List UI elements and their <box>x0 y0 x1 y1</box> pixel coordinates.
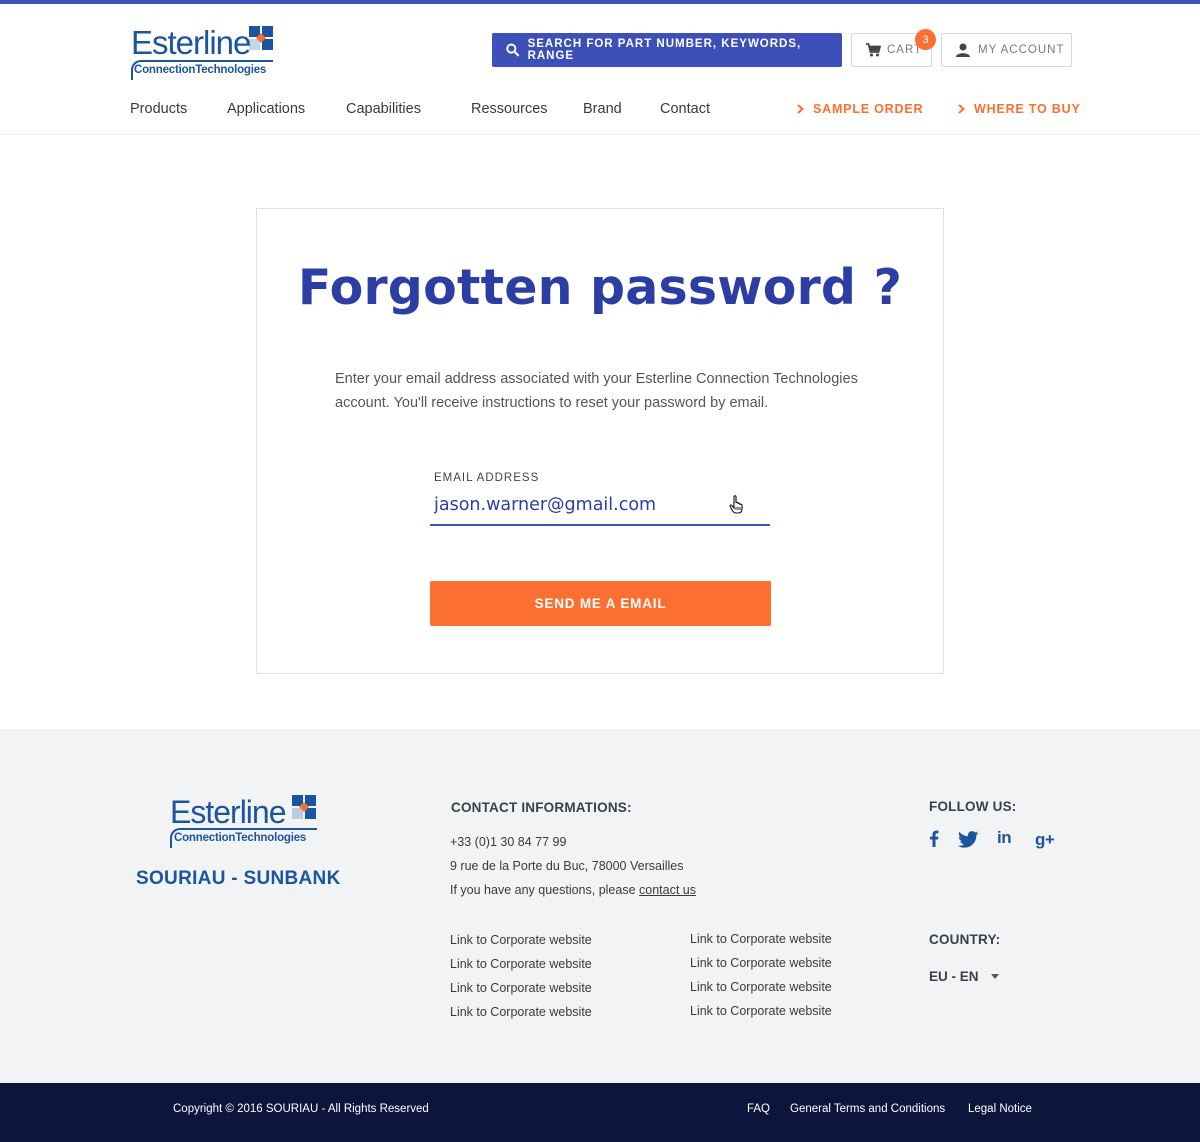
nav-capabilities[interactable]: Capabilities <box>346 101 421 117</box>
site-header: Esterline ConnectionTechnologies SEARCH … <box>0 4 1200 135</box>
contact-phone: +33 (0)1 30 84 77 99 <box>450 835 567 849</box>
esterline-logo[interactable]: Esterline ConnectionTechnologies <box>131 26 276 82</box>
footer-logo-wordmark: Esterline <box>170 794 286 830</box>
bottom-bar: Copyright © 2016 SOURIAU - All Rights Re… <box>0 1083 1200 1142</box>
page-title: Forgotten password ? <box>297 259 903 316</box>
corporate-link[interactable]: Link to Corporate website <box>450 981 592 995</box>
send-email-button[interactable]: SEND ME A EMAIL <box>430 581 771 626</box>
country-heading: COUNTRY: <box>929 932 1001 947</box>
corporate-link[interactable]: Link to Corporate website <box>450 1005 592 1019</box>
my-account-button[interactable]: MY ACCOUNT <box>941 33 1072 67</box>
country-selector[interactable]: EU - EN <box>929 969 999 984</box>
google-plus-icon[interactable]: g+ <box>1035 830 1055 850</box>
user-icon <box>956 43 970 57</box>
chevron-right-icon <box>797 104 804 114</box>
contact-heading: CONTACT INFORMATIONS: <box>451 800 632 815</box>
corporate-link[interactable]: Link to Corporate website <box>690 932 832 946</box>
contact-question: If you have any questions, please contac… <box>450 883 696 897</box>
site-footer: Esterline ConnectionTechnologies SOURIAU… <box>0 729 1200 1083</box>
sample-order-link[interactable]: SAMPLE ORDER <box>797 102 923 116</box>
contact-us-link[interactable]: contact us <box>639 883 696 897</box>
nav-ressources[interactable]: Ressources <box>471 101 548 117</box>
logo-mark-icon <box>249 26 273 50</box>
logo-wordmark: Esterline <box>131 24 251 61</box>
search-icon <box>506 43 520 57</box>
account-label: MY ACCOUNT <box>978 44 1065 56</box>
corporate-link[interactable]: Link to Corporate website <box>450 933 592 947</box>
search-label: SEARCH FOR PART NUMBER, KEYWORDS, RANGE <box>527 38 802 62</box>
hand-cursor-icon <box>729 495 743 514</box>
nav-products[interactable]: Products <box>130 101 187 117</box>
email-label: EMAIL ADDRESS <box>434 472 540 484</box>
footer-brand-name: SOURIAU - SUNBANK <box>136 868 341 889</box>
facebook-icon[interactable] <box>929 830 939 847</box>
linkedin-icon[interactable]: in <box>997 828 1012 848</box>
where-to-buy-link[interactable]: WHERE TO BUY <box>958 102 1081 116</box>
search-button[interactable]: SEARCH FOR PART NUMBER, KEYWORDS, RANGE <box>492 33 842 67</box>
footer-logo-mark-icon <box>292 795 316 819</box>
footer-esterline-logo[interactable]: Esterline ConnectionTechnologies <box>170 795 320 851</box>
email-field[interactable] <box>430 485 770 526</box>
copyright-text: Copyright © 2016 SOURIAU - All Rights Re… <box>173 1103 429 1115</box>
logo-subtitle: ConnectionTechnologies <box>134 64 267 76</box>
contact-question-text: If you have any questions, please <box>450 883 640 897</box>
contact-address: 9 rue de la Porte du Buc, 78000 Versaill… <box>450 859 684 873</box>
nav-brand[interactable]: Brand <box>583 101 622 117</box>
cart-icon <box>866 43 881 57</box>
corporate-link[interactable]: Link to Corporate website <box>450 957 592 971</box>
caret-down-icon <box>990 974 999 979</box>
nav-contact[interactable]: Contact <box>660 101 710 117</box>
nav-applications[interactable]: Applications <box>227 101 305 117</box>
corporate-link[interactable]: Link to Corporate website <box>690 1004 832 1018</box>
forgot-password-card: Forgotten password ? Enter your email ad… <box>256 208 944 674</box>
corporate-link[interactable]: Link to Corporate website <box>690 956 832 970</box>
instructions-text: Enter your email address associated with… <box>335 371 858 411</box>
follow-heading: FOLLOW US: <box>929 799 1017 814</box>
twitter-icon[interactable] <box>958 831 979 848</box>
footer-logo-subtitle: ConnectionTechnologies <box>174 832 307 844</box>
cart-count-badge: 3 <box>915 29 936 50</box>
faq-link[interactable]: FAQ <box>747 1103 770 1115</box>
legal-notice-link[interactable]: Legal Notice <box>968 1103 1032 1115</box>
country-value: EU - EN <box>929 969 979 984</box>
where-to-buy-label: WHERE TO BUY <box>974 102 1081 116</box>
terms-link[interactable]: General Terms and Conditions <box>790 1103 945 1115</box>
chevron-right-icon <box>958 104 965 114</box>
corporate-link[interactable]: Link to Corporate website <box>690 980 832 994</box>
sample-order-label: SAMPLE ORDER <box>813 102 924 116</box>
